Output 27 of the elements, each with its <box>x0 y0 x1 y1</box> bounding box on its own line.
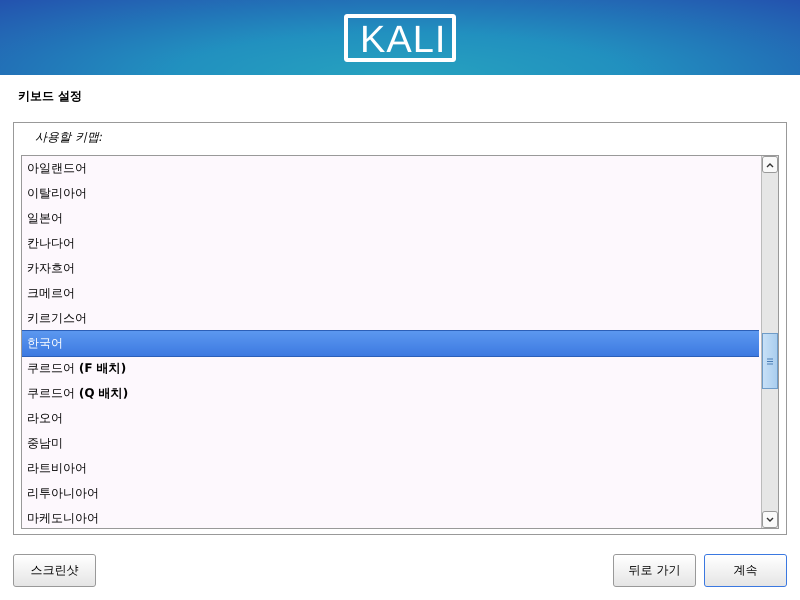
scroll-down-button[interactable] <box>762 511 778 528</box>
keymap-item[interactable]: 일본어 <box>22 206 759 231</box>
keymap-item[interactable]: 리투아니아어 <box>22 481 759 506</box>
back-button[interactable]: 뒤로 가기 <box>613 554 696 587</box>
page-title: 키보드 설정 <box>17 88 84 105</box>
keymap-item[interactable]: 이탈리아어 <box>22 181 759 206</box>
keymap-item[interactable]: 쿠르드어 (F 배치) <box>22 356 759 381</box>
keymap-item[interactable]: 카자흐어 <box>22 256 759 281</box>
keymap-item[interactable]: 라트비아어 <box>22 456 759 481</box>
keymap-label: 사용할 키맵: <box>34 129 104 146</box>
keymap-item[interactable]: 키르기스어 <box>22 306 759 331</box>
keymap-item[interactable]: 마케도니아어 <box>22 506 759 528</box>
keymap-item[interactable]: 라오어 <box>22 406 759 431</box>
keymap-item[interactable]: 아일랜드어 <box>22 156 759 181</box>
grip-icon <box>767 358 773 364</box>
caret-up-icon <box>765 162 775 168</box>
screenshot-button[interactable]: 스크린샷 <box>13 554 96 587</box>
scroll-thumb[interactable] <box>762 333 778 389</box>
scrollbar[interactable] <box>761 156 778 528</box>
logo: KALI <box>344 14 456 62</box>
keymap-item[interactable]: 칸나다어 <box>22 231 759 256</box>
scroll-up-button[interactable] <box>762 156 778 173</box>
keymap-item[interactable]: 중남미 <box>22 431 759 456</box>
keymap-item[interactable]: 크메르어 <box>22 281 759 306</box>
continue-button[interactable]: 계속 <box>704 554 787 587</box>
keymap-item[interactable]: 쿠르드어 (Q 배치) <box>22 381 759 406</box>
caret-down-icon <box>765 516 775 522</box>
